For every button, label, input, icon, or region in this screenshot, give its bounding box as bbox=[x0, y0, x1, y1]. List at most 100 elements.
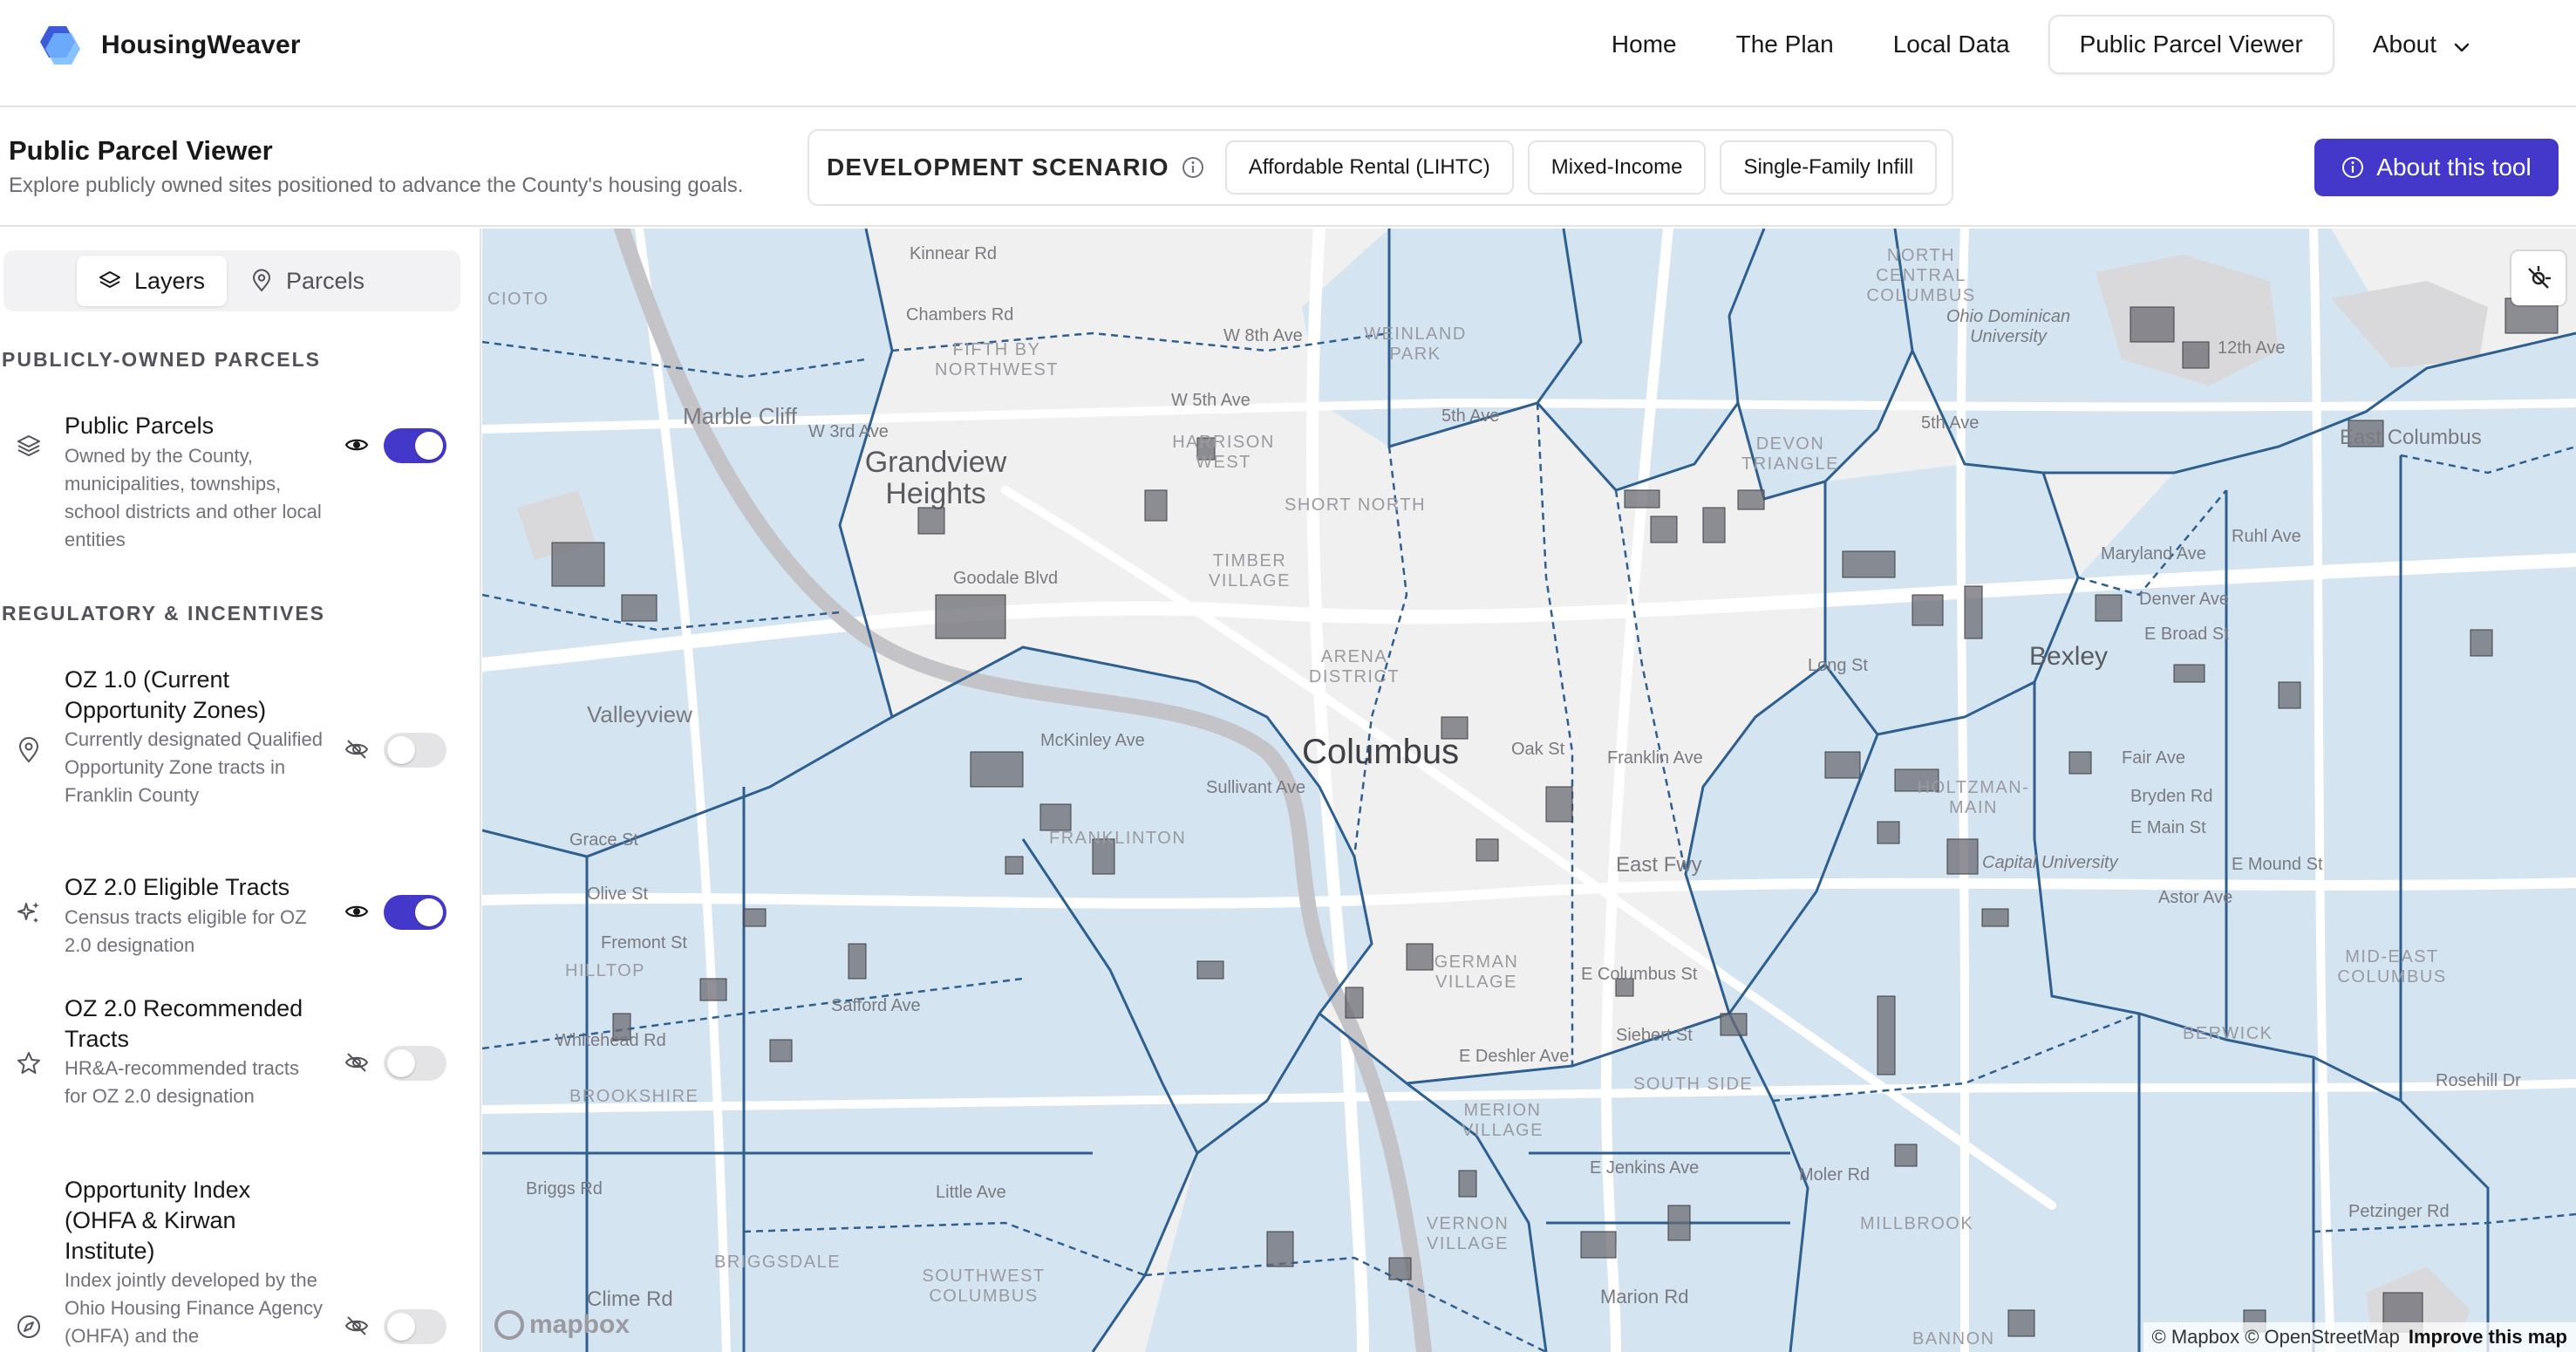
oz-2-recommended-toggle[interactable] bbox=[384, 1046, 446, 1081]
mapbox-logo[interactable]: mapbox bbox=[494, 1310, 630, 1340]
brand[interactable]: HousingWeaver bbox=[35, 21, 301, 70]
nav-local-data-label: Local Data bbox=[1892, 31, 2010, 58]
map-canvas[interactable] bbox=[482, 229, 2576, 1352]
page-header: Public Parcel Viewer Explore publicly ow… bbox=[0, 109, 2576, 227]
layer-name: Public Parcels bbox=[65, 413, 215, 439]
street-label: Maryland Ave bbox=[2101, 544, 2206, 563]
map-label: Ohio Dominican University bbox=[1946, 307, 2071, 346]
street-label: Whitehead Rd bbox=[555, 1031, 666, 1050]
street-label: E Broad St bbox=[2144, 625, 2229, 644]
section-title-regulatory: REGULATORY & INCENTIVES bbox=[2, 602, 326, 625]
street-label: Denver Ave bbox=[2139, 590, 2230, 609]
map-label: Valleyview bbox=[587, 701, 692, 727]
tab-layers-label: Layers bbox=[134, 267, 206, 294]
tab-parcels-label: Parcels bbox=[286, 267, 365, 294]
eye-icon[interactable] bbox=[344, 432, 370, 458]
nav-the-plan[interactable]: The Plan bbox=[1707, 15, 1864, 74]
nav-about[interactable]: About bbox=[2343, 15, 2501, 74]
street-label: East Fwy bbox=[1616, 853, 1702, 877]
map-label: MID-EAST COLUMBUS bbox=[2337, 947, 2447, 987]
parcel-map[interactable]: NORTH CENTRAL COLUMBUS FIFTH BY NORTHWES… bbox=[482, 229, 2576, 1352]
tab-parcels[interactable]: Parcels bbox=[244, 256, 392, 306]
map-label: MERION VILLAGE bbox=[1462, 1101, 1544, 1140]
map-label: SOUTH SIDE bbox=[1633, 1075, 1754, 1094]
layer-name: OZ 2.0 Recommended Tracts bbox=[65, 995, 303, 1052]
map-label: HILLTOP bbox=[565, 961, 646, 980]
street-label: E Deshler Ave bbox=[1459, 1047, 1570, 1066]
draw-icon[interactable] bbox=[2511, 251, 2566, 305]
layers-icon bbox=[15, 432, 43, 460]
opportunity-index-toggle[interactable] bbox=[384, 1309, 446, 1344]
eye-off-icon[interactable] bbox=[344, 1049, 370, 1075]
street-label: McKinley Ave bbox=[1040, 731, 1145, 750]
tab-layers[interactable]: Layers bbox=[77, 256, 227, 306]
nav-home[interactable]: Home bbox=[1582, 15, 1707, 74]
star-icon bbox=[15, 1049, 43, 1077]
street-label: Clime Rd bbox=[587, 1287, 673, 1311]
scenario-lihtc-button[interactable]: Affordable Rental (LIHTC) bbox=[1224, 140, 1514, 195]
map-label: Columbus bbox=[1302, 733, 1460, 771]
top-navigation: HousingWeaver Home The Plan Local Data P… bbox=[0, 0, 2576, 107]
street-label: Fair Ave bbox=[2122, 748, 2185, 768]
scenario-mixed-income-button[interactable]: Mixed-Income bbox=[1527, 140, 1707, 195]
attribution-text[interactable]: © Mapbox © OpenStreetMap bbox=[2152, 1326, 2400, 1349]
map-label: FIFTH BY NORTHWEST bbox=[934, 340, 1059, 379]
map-label: GERMAN VILLAGE bbox=[1434, 953, 1519, 992]
scenario-label: DEVELOPMENT SCENARIO bbox=[827, 154, 1169, 181]
street-label: E Main St bbox=[2130, 818, 2206, 837]
street-label: Astor Ave bbox=[2158, 888, 2233, 907]
nav-public-parcel-viewer[interactable]: Public Parcel Viewer bbox=[2048, 15, 2334, 74]
layer-description: Currently designated Qualified Opportuni… bbox=[65, 728, 323, 806]
map-label: VERNON VILLAGE bbox=[1426, 1214, 1509, 1253]
street-label: Chambers Rd bbox=[906, 305, 1014, 324]
map-label: SHORT NORTH bbox=[1285, 495, 1427, 515]
map-label: DEVON TRIANGLE bbox=[1741, 434, 1840, 474]
street-label: E Jenkins Ave bbox=[1590, 1158, 1700, 1178]
oz-2-eligible-toggle[interactable] bbox=[384, 895, 446, 930]
eye-off-icon[interactable] bbox=[344, 736, 370, 762]
layer-oz-2-recommended: OZ 2.0 Recommended Tracts HR&A-recommend… bbox=[0, 994, 471, 1142]
map-label: SOUTHWEST COLUMBUS bbox=[922, 1267, 1046, 1306]
about-this-tool-button[interactable]: About this tool bbox=[2314, 139, 2559, 196]
layer-oz-1: OZ 1.0 (Current Opportunity Zones) Curre… bbox=[0, 665, 471, 839]
street-label: W 3rd Ave bbox=[808, 422, 889, 441]
map-label: HOLTZMAN-MAIN bbox=[1917, 778, 2030, 817]
street-label: Sullivant Ave bbox=[1206, 778, 1306, 797]
nav-public-parcel-viewer-label: Public Parcel Viewer bbox=[2079, 31, 2303, 58]
sidebar-tabs: Layers Parcels bbox=[3, 250, 460, 311]
street-label: Olive St bbox=[587, 884, 649, 904]
layer-description: Census tracts eligible for OZ 2.0 design… bbox=[65, 906, 307, 956]
map-label: NORTH CENTRAL COLUMBUS bbox=[1866, 246, 1976, 305]
scenario-single-family-button[interactable]: Single-Family Infill bbox=[1720, 140, 1938, 195]
toggle-knob bbox=[415, 432, 443, 460]
public-parcels-toggle[interactable] bbox=[384, 428, 446, 463]
street-label: Moler Rd bbox=[1799, 1165, 1871, 1185]
map-attribution: © Mapbox © OpenStreetMap Improve this ma… bbox=[2143, 1322, 2576, 1352]
nav-local-data[interactable]: Local Data bbox=[1864, 15, 2040, 74]
layer-public-parcels: Public Parcels Owned by the County, muni… bbox=[0, 411, 471, 550]
street-label: Siebert St bbox=[1616, 1026, 1693, 1045]
info-icon bbox=[2342, 157, 2364, 178]
layer-oz-2-eligible: OZ 2.0 Eligible Tracts Census tracts eli… bbox=[0, 872, 471, 956]
layer-description: HR&A-recommended tracts for OZ 2.0 desig… bbox=[65, 1057, 299, 1107]
map-pin-icon bbox=[252, 269, 271, 292]
eye-icon[interactable] bbox=[344, 898, 370, 925]
map-label: CIOTO bbox=[487, 290, 549, 309]
map-label: Capital University bbox=[1982, 853, 2118, 872]
map-label: FRANKLINTON bbox=[1049, 829, 1187, 848]
improve-map-link[interactable]: Improve this map bbox=[2409, 1326, 2567, 1349]
scenario-mixed-income-label: Mixed-Income bbox=[1550, 155, 1683, 179]
brand-name: HousingWeaver bbox=[101, 31, 301, 59]
compass-icon bbox=[15, 1313, 43, 1341]
chevron-down-icon bbox=[2452, 35, 2471, 54]
info-icon[interactable] bbox=[1182, 156, 1204, 179]
layers-icon bbox=[99, 271, 120, 288]
street-label: Briggs Rd bbox=[526, 1179, 603, 1198]
street-label: Franklin Ave bbox=[1607, 748, 1703, 768]
map-label: BANNON bbox=[1912, 1329, 1995, 1349]
nav-the-plan-label: The Plan bbox=[1735, 31, 1834, 58]
eye-off-icon[interactable] bbox=[344, 1313, 370, 1339]
oz-1-toggle[interactable] bbox=[384, 733, 446, 768]
layer-description: Index jointly developed by the Ohio Hous… bbox=[65, 1269, 323, 1347]
map-label: TIMBER VILLAGE bbox=[1209, 551, 1291, 591]
